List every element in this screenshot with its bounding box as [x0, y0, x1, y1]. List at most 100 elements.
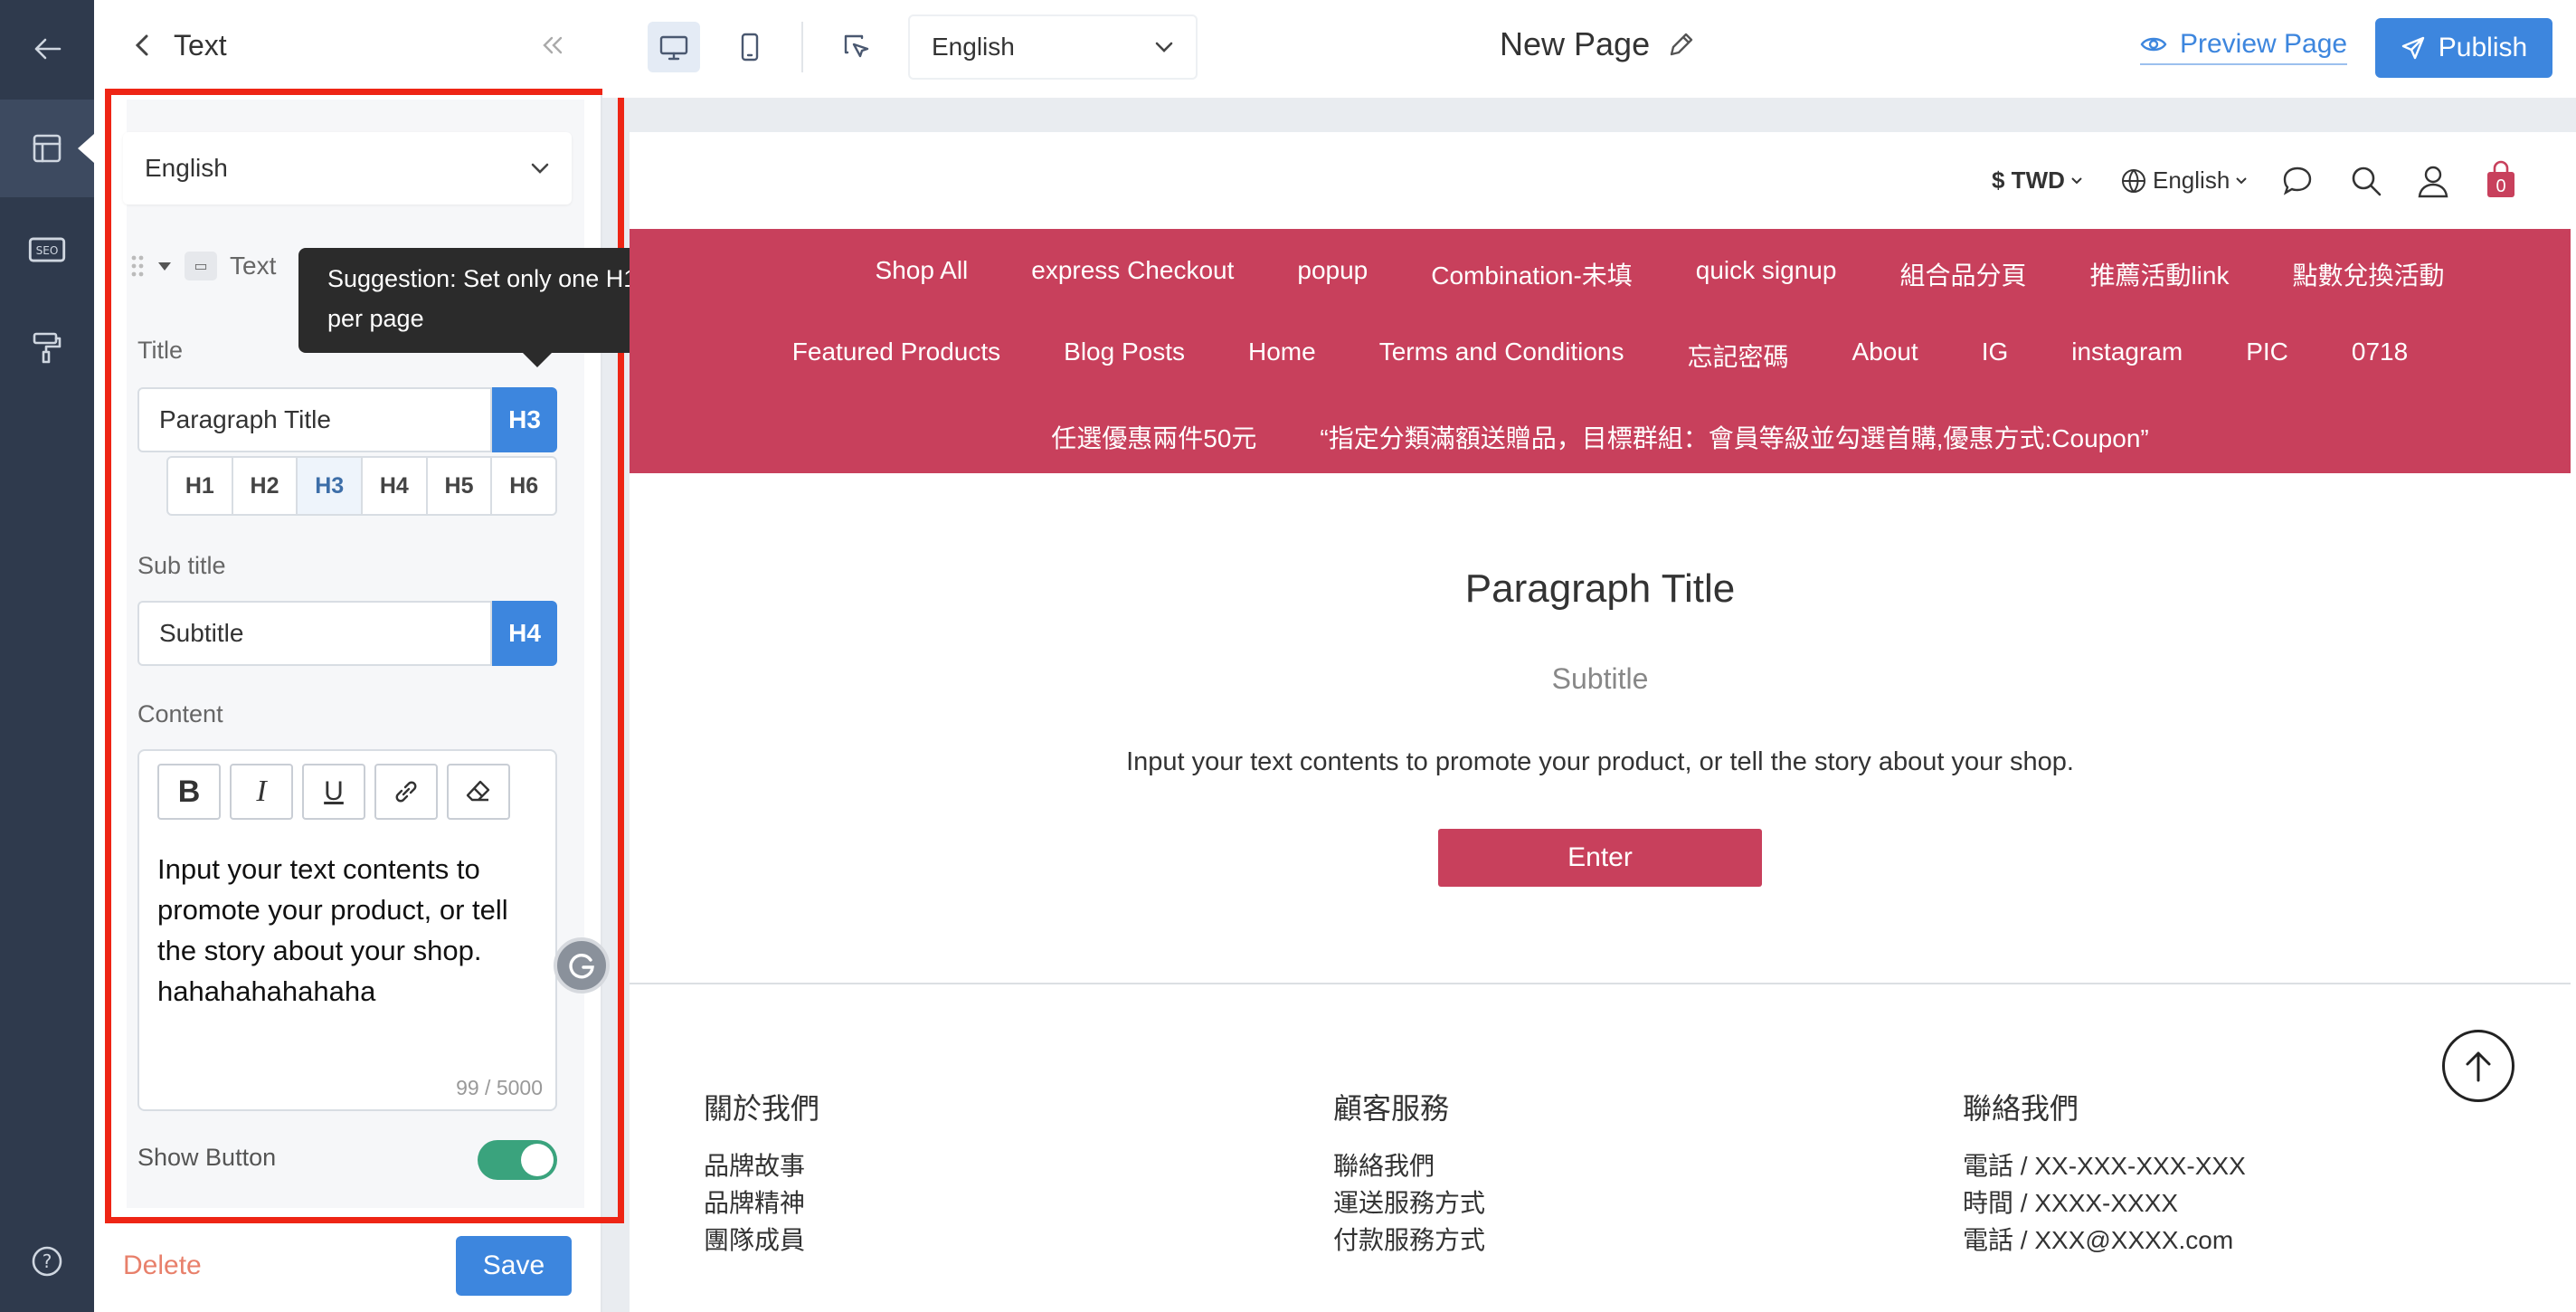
title-label: Title — [137, 337, 184, 364]
drag-handle-icon[interactable] — [130, 254, 145, 278]
nav-link[interactable]: popup — [1297, 256, 1368, 292]
show-button-toggle[interactable] — [478, 1140, 557, 1180]
nav-link[interactable]: instagram — [2071, 338, 2183, 374]
store-language-selector[interactable]: English — [2120, 166, 2248, 195]
nav-link[interactable]: quick signup — [1696, 256, 1837, 292]
scroll-to-top-button[interactable] — [2442, 1030, 2514, 1102]
footer-link[interactable]: 聯絡我們 — [1333, 1147, 1485, 1184]
text-block-icon: ▭ — [185, 252, 217, 280]
globe-icon — [2122, 168, 2145, 193]
nav-link[interactable]: “指定分類滿額送贈品，目標群組：會員等級並勾選首購,優惠方式:Coupon” — [1320, 419, 2148, 455]
caret-down-icon[interactable] — [157, 261, 172, 271]
desktop-icon[interactable] — [648, 22, 700, 72]
help-icon[interactable]: ? — [0, 1212, 94, 1310]
eraser-icon[interactable] — [447, 764, 510, 820]
grammarly-icon[interactable] — [554, 937, 610, 994]
subtitle-heading-badge[interactable]: H4 — [492, 601, 557, 666]
chevron-down-icon — [1155, 42, 1173, 52]
title-input[interactable]: Paragraph Title — [137, 387, 492, 452]
publish-button[interactable]: Publish — [2375, 18, 2552, 78]
editor-line: hahahahahahaha — [157, 975, 376, 1007]
cursor-select-icon[interactable] — [830, 22, 883, 72]
nav-link[interactable]: Combination-未填 — [1431, 256, 1633, 292]
seo-label: SEO — [36, 244, 59, 257]
subtitle-label: Sub title — [137, 552, 226, 579]
cart-icon[interactable]: 0 — [2484, 159, 2518, 199]
bold-icon[interactable]: B — [157, 764, 221, 820]
back-arrow-icon[interactable] — [0, 0, 94, 98]
nav-link[interactable]: express Checkout — [1031, 256, 1234, 292]
nav-link[interactable]: 組合品分頁 — [1899, 256, 2026, 292]
content-language-value: English — [145, 154, 228, 182]
toolbar-language-select[interactable]: English — [908, 14, 1198, 80]
store-nav-bar: Shop All express Checkout popup Combinat… — [630, 229, 2571, 473]
publish-label: Publish — [2438, 33, 2528, 62]
layout-icon[interactable] — [0, 100, 94, 197]
heading-option-h5[interactable]: H5 — [428, 458, 493, 514]
nav-link[interactable]: 忘記密碼 — [1688, 338, 1789, 374]
mobile-icon[interactable] — [724, 22, 776, 72]
section-enter-button[interactable]: Enter — [1438, 829, 1762, 887]
nav-link[interactable]: Shop All — [876, 256, 969, 292]
content-label: Content — [137, 700, 223, 727]
footer-link[interactable]: 時間 / XXXX-XXXX — [1963, 1184, 2246, 1222]
chat-icon[interactable] — [2279, 163, 2316, 199]
footer-link[interactable]: 電話 / XX-XXX-XXX-XXX — [1963, 1147, 2246, 1184]
footer-link[interactable]: 品牌故事 — [704, 1147, 819, 1184]
underline-icon[interactable]: U — [302, 764, 365, 820]
link-icon[interactable] — [374, 764, 438, 820]
title-heading-badge[interactable]: H3 — [492, 387, 557, 452]
nav-link[interactable]: IG — [1982, 338, 2009, 374]
seo-icon[interactable]: SEO — [0, 201, 94, 299]
heading-option-h6[interactable]: H6 — [492, 458, 555, 514]
chevron-left-icon[interactable] — [130, 33, 156, 58]
collapse-double-chevron-icon[interactable] — [541, 34, 564, 56]
delete-button[interactable]: Delete — [123, 1250, 202, 1281]
heading-option-h3[interactable]: H3 — [298, 458, 364, 514]
heading-level-selector: H1 H2 H3 H4 H5 H6 — [166, 456, 557, 516]
section-body: Input your text contents to promote your… — [1126, 747, 2074, 776]
save-button[interactable]: Save — [456, 1236, 572, 1296]
nav-link[interactable]: Featured Products — [792, 338, 1000, 374]
footer-link[interactable]: 品牌精神 — [704, 1184, 819, 1222]
heading-option-h2[interactable]: H2 — [233, 458, 298, 514]
heading-option-h1[interactable]: H1 — [168, 458, 233, 514]
nav-link[interactable]: About — [1852, 338, 1918, 374]
nav-link[interactable]: 推薦活動link — [2089, 256, 2229, 292]
footer-link[interactable]: 運送服務方式 — [1333, 1184, 1485, 1222]
italic-icon[interactable]: I — [230, 764, 293, 820]
preview-page-link[interactable]: Preview Page — [2140, 29, 2348, 65]
footer-heading: 關於我們 — [704, 1092, 820, 1125]
nav-link[interactable]: 任選優惠兩件50元 — [1051, 419, 1256, 455]
paint-roller-icon[interactable] — [0, 299, 94, 396]
subtitle-input[interactable]: Subtitle — [137, 601, 492, 666]
nav-link[interactable]: Terms and Conditions — [1379, 338, 1624, 374]
footer-link[interactable]: 電話 / XXX@XXXX.com — [1963, 1222, 2246, 1259]
page-preview-canvas: $ TWD English 0 Shop All express Checkou… — [630, 132, 2576, 1312]
nav-link[interactable]: 0718 — [2352, 338, 2408, 374]
search-icon[interactable] — [2348, 163, 2384, 199]
editor-line: the story about your shop. — [157, 935, 482, 966]
nav-link[interactable]: PIC — [2246, 338, 2288, 374]
editor-content[interactable]: Input your text contents to promote your… — [157, 849, 546, 1012]
footer-link[interactable]: 付款服務方式 — [1333, 1222, 1485, 1259]
chevron-down-icon — [531, 163, 549, 174]
panel-title: Text — [174, 28, 227, 62]
footer-divider — [630, 983, 2571, 984]
nav-link[interactable]: 點數兌換活動 — [2292, 256, 2444, 292]
block-row[interactable]: ▭ Text — [130, 252, 276, 280]
pencil-icon[interactable] — [1666, 29, 1697, 60]
footer-link[interactable]: 團隊成員 — [704, 1222, 819, 1259]
section-title: Paragraph Title — [1464, 566, 1736, 611]
top-toolbar: English New Page Preview Page Publish — [602, 0, 2576, 98]
currency-selector[interactable]: $ TWD — [1992, 166, 2083, 195]
content-language-select[interactable]: English — [123, 132, 572, 204]
footer-column: 關於我們 品牌故事 品牌精神 團隊成員 — [704, 1086, 819, 1259]
store-language-value: English — [2153, 166, 2230, 194]
heading-option-h4[interactable]: H4 — [363, 458, 428, 514]
nav-link[interactable]: Home — [1248, 338, 1316, 374]
footer-column: 顧客服務 聯絡我們 運送服務方式 付款服務方式 — [1333, 1086, 1485, 1259]
user-icon[interactable] — [2415, 163, 2451, 199]
page-title-group[interactable]: New Page — [1500, 25, 1697, 63]
nav-link[interactable]: Blog Posts — [1064, 338, 1185, 374]
